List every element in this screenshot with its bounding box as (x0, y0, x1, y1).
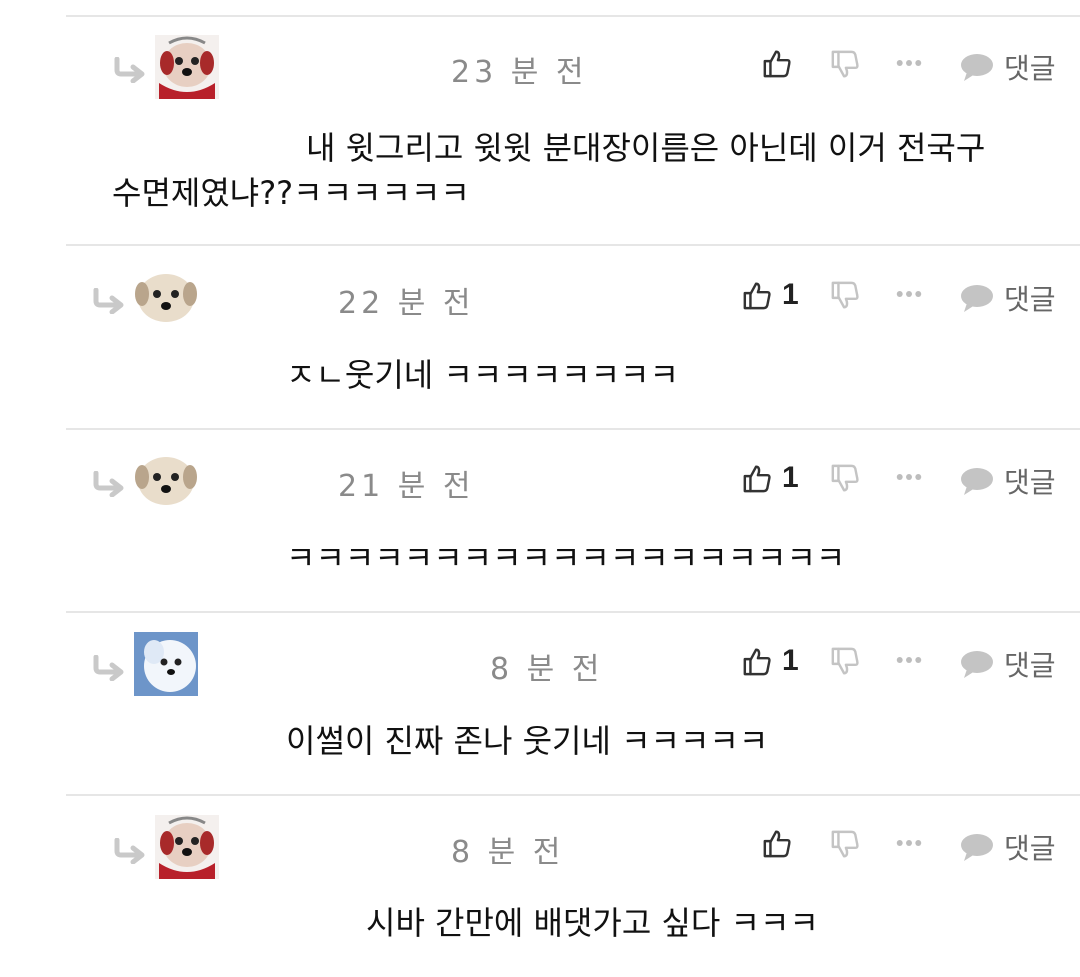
reply-label: 댓글 (1004, 52, 1056, 85)
more-dots-icon[interactable] (896, 655, 922, 665)
timestamp: 21 분 전 (338, 469, 475, 504)
timestamp: 8 분 전 (490, 652, 604, 687)
reply-arrow-icon (112, 838, 146, 864)
thumbs-up-icon (762, 47, 792, 79)
like-button[interactable]: 1 (742, 278, 799, 312)
thumbs-down-icon[interactable] (830, 829, 860, 861)
speech-bubble-icon (960, 52, 994, 82)
more-dots-icon[interactable] (896, 838, 922, 848)
reply-arrow-icon (91, 655, 125, 681)
comment-text-line: 내 윗그리고 윗윗 분대장이름은 아닌데 이거 전국구 (306, 129, 986, 167)
thumbs-down-icon[interactable] (830, 280, 860, 312)
avatar[interactable] (134, 632, 198, 696)
reply-label: 댓글 (1004, 283, 1056, 316)
speech-bubble-icon (960, 832, 994, 862)
reply-label: 댓글 (1004, 832, 1056, 865)
thumbs-up-icon (742, 279, 772, 311)
divider (66, 15, 1080, 17)
like-button[interactable]: 1 (742, 461, 799, 495)
comment-text-line: ㅈㄴ웃기네 ㅋㅋㅋㅋㅋㅋㅋㅋ (286, 356, 679, 394)
reply-arrow-icon (91, 288, 125, 314)
like-button[interactable] (762, 47, 792, 79)
timestamp: 22 분 전 (338, 286, 475, 321)
reply-button[interactable]: 댓글 (960, 461, 1056, 501)
reply-label: 댓글 (1004, 466, 1056, 499)
thumbs-up-icon (762, 827, 792, 859)
comment-text-line: ㅋㅋㅋㅋㅋㅋㅋㅋㅋㅋㅋㅋㅋㅋㅋㅋㅋㅋㅋ (286, 539, 846, 577)
more-dots-icon[interactable] (896, 289, 922, 299)
timestamp: 23 분 전 (451, 55, 588, 90)
reply-arrow-icon (112, 57, 146, 83)
reply-button[interactable]: 댓글 (960, 644, 1056, 684)
comment-text-line: 이썰이 진짜 존나 웃기네 ㅋㅋㅋㅋㅋ (286, 722, 769, 760)
thumbs-down-icon[interactable] (830, 646, 860, 678)
reply-label: 댓글 (1004, 649, 1056, 682)
reply-button[interactable]: 댓글 (960, 47, 1056, 87)
comment-text-line: 시바 간만에 배댓가고 싶다 ㅋㅋㅋ (366, 904, 819, 942)
thumbs-up-icon (742, 462, 772, 494)
divider (66, 244, 1080, 246)
speech-bubble-icon (960, 283, 994, 313)
reply-arrow-icon (91, 471, 125, 497)
more-dots-icon[interactable] (896, 58, 922, 68)
like-count: 1 (782, 461, 799, 494)
comment-text-line: 수면제였냐??ㅋㅋㅋㅋㅋㅋ (112, 174, 470, 212)
thumbs-down-icon[interactable] (830, 49, 860, 81)
divider (66, 611, 1080, 613)
like-button[interactable] (762, 827, 792, 859)
speech-bubble-icon (960, 466, 994, 496)
avatar[interactable] (155, 815, 219, 879)
avatar[interactable] (134, 449, 198, 513)
thumbs-up-icon (742, 645, 772, 677)
avatar[interactable] (155, 35, 219, 99)
like-button[interactable]: 1 (742, 644, 799, 678)
like-count: 1 (782, 278, 799, 311)
speech-bubble-icon (960, 649, 994, 679)
timestamp: 8 분 전 (451, 835, 565, 870)
like-count: 1 (782, 644, 799, 677)
reply-button[interactable]: 댓글 (960, 278, 1056, 318)
divider (66, 428, 1080, 430)
more-dots-icon[interactable] (896, 472, 922, 482)
avatar[interactable] (134, 266, 198, 330)
reply-button[interactable]: 댓글 (960, 827, 1056, 867)
thumbs-down-icon[interactable] (830, 463, 860, 495)
divider (66, 794, 1080, 796)
